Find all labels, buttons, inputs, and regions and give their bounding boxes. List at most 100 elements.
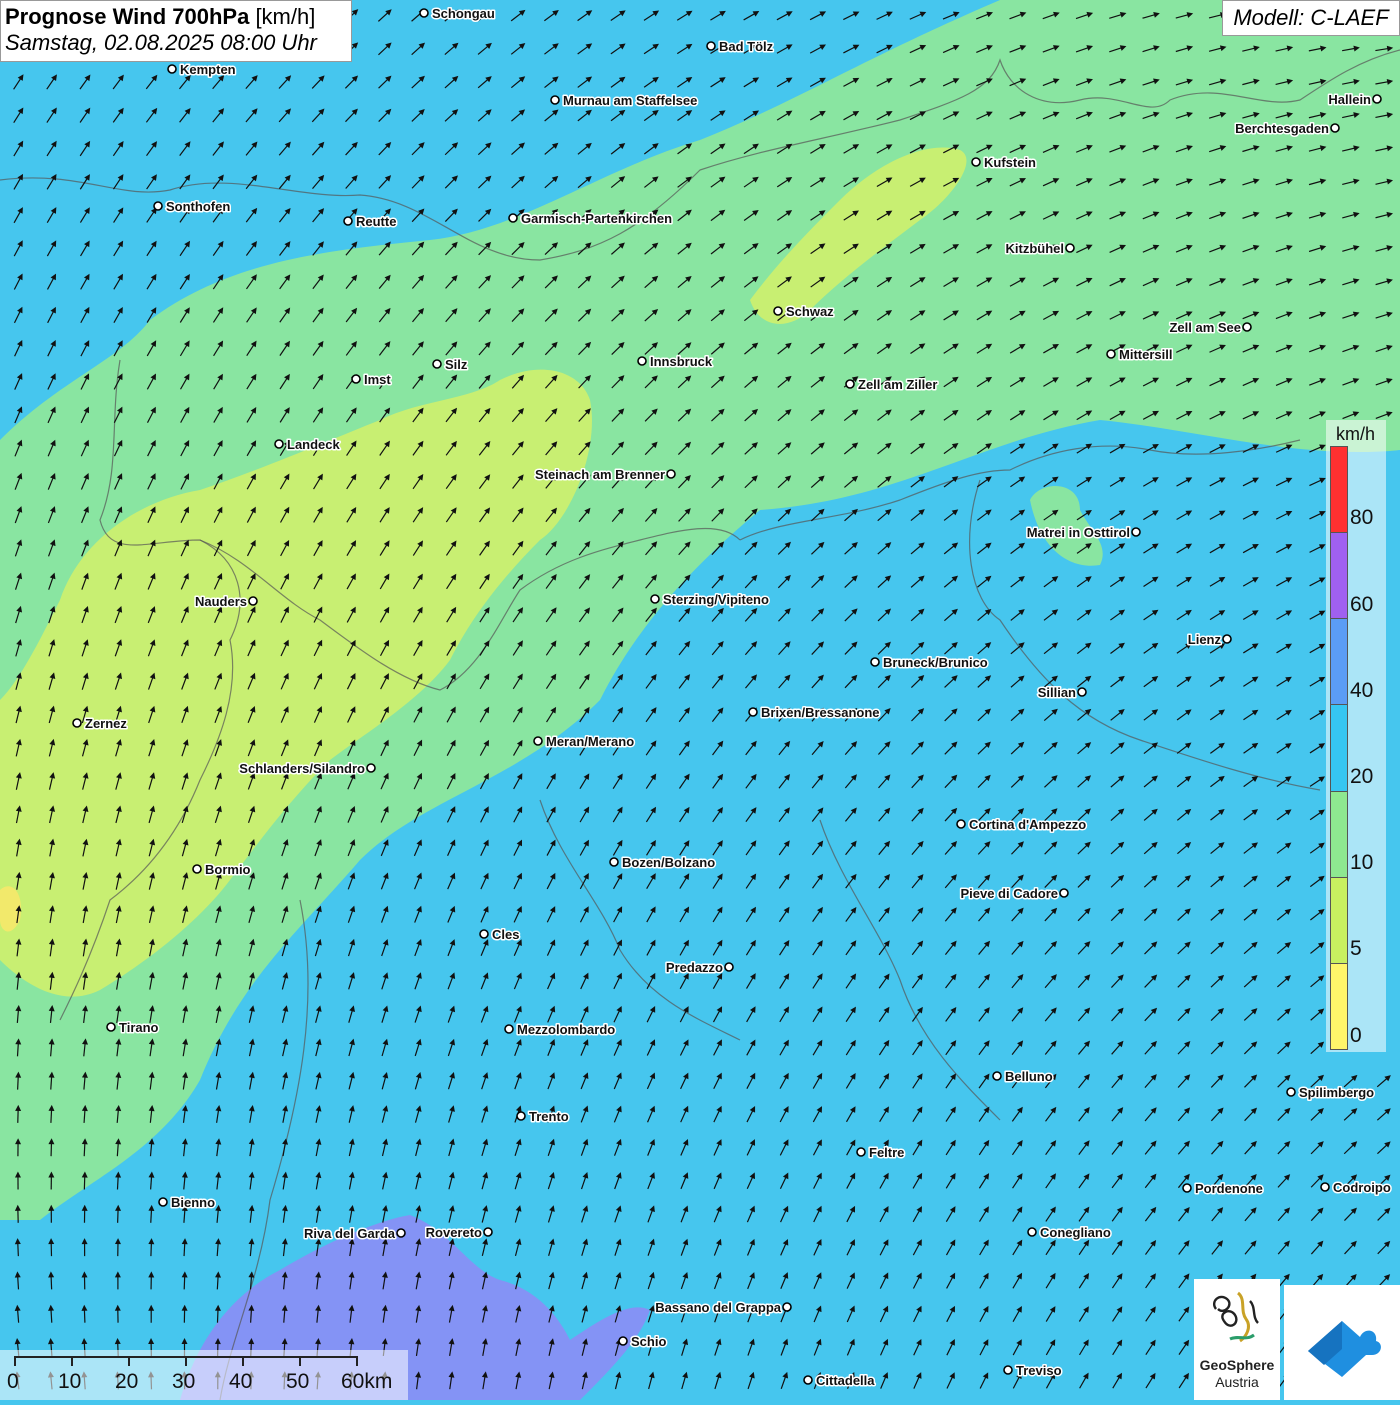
- city-label: Meran/Merano: [546, 734, 634, 749]
- city-marker-icon: [509, 214, 517, 222]
- map-title-box: Prognose Wind 700hPa [km/h] Samstag, 02.…: [0, 0, 352, 62]
- city-label: Predazzo: [666, 960, 723, 975]
- geosphere-logo[interactable]: GeoSphereAustria: [1194, 1279, 1280, 1400]
- city-label: Cles: [492, 927, 519, 942]
- city-label: Kufstein: [984, 155, 1036, 170]
- city-marker-icon: [993, 1072, 1001, 1080]
- city-steinach-am-brenner[interactable]: Steinach am BrennerSteinach am Brenner: [535, 467, 675, 482]
- city-label: Steinach am Brenner: [535, 467, 665, 482]
- city-marker-icon: [1107, 350, 1115, 358]
- city-label: Garmisch-Partenkirchen: [521, 211, 672, 226]
- city-spilimbergo[interactable]: SpilimbergoSpilimbergo: [1287, 1085, 1374, 1100]
- city-schlanders-silandro[interactable]: Schlanders/SilandroSchlanders/Silandro: [239, 761, 375, 776]
- city-marker-icon: [749, 708, 757, 716]
- city-label: Riva del Garda: [304, 1226, 396, 1241]
- city-label: Reutte: [356, 214, 396, 229]
- city-marker-icon: [1078, 688, 1086, 696]
- city-marker-icon: [651, 595, 659, 603]
- city-marker-icon: [517, 1112, 525, 1120]
- city-cortina-d-ampezzo[interactable]: Cortina d'AmpezzoCortina d'Ampezzo: [957, 817, 1086, 832]
- city-label: Mittersill: [1119, 347, 1172, 362]
- scale-label-0: 0: [7, 1370, 19, 1394]
- scale-tick: [299, 1356, 301, 1366]
- city-label: Schio: [631, 1334, 666, 1349]
- city-schongau[interactable]: SchongauSchongau: [420, 6, 495, 21]
- city-marker-icon: [73, 719, 81, 727]
- city-label: Tirano: [119, 1020, 159, 1035]
- city-marker-icon: [1287, 1088, 1295, 1096]
- scale-tick: [128, 1356, 130, 1366]
- geosphere-mark-icon: [1194, 1279, 1280, 1355]
- city-label: Cittadella: [816, 1373, 875, 1388]
- city-label: Innsbruck: [650, 354, 713, 369]
- city-bozen-bolzano[interactable]: Bozen/BolzanoBozen/Bolzano: [610, 855, 715, 870]
- city-bassano-del-grappa[interactable]: Bassano del GrappaBassano del Grappa: [655, 1300, 791, 1315]
- city-label: Lienz: [1188, 632, 1222, 647]
- city-zell-am-ziller[interactable]: Zell am ZillerZell am Ziller: [846, 377, 937, 392]
- city-label: Feltre: [869, 1145, 904, 1160]
- city-pieve-di-cadore[interactable]: Pieve di CadorePieve di Cadore: [960, 886, 1068, 901]
- city-innsbruck[interactable]: InnsbruckInnsbruck: [638, 354, 713, 369]
- city-marker-icon: [480, 930, 488, 938]
- city-sterzing-vipiteno[interactable]: Sterzing/VipitenoSterzing/Vipiteno: [651, 592, 769, 607]
- city-mezzolombardo[interactable]: MezzolombardoMezzolombardo: [505, 1022, 615, 1037]
- city-meran-merano[interactable]: Meran/MeranoMeran/Merano: [534, 734, 634, 749]
- legend-label-0: 0: [1350, 1024, 1362, 1048]
- model-label: Modell: C-LAEF: [1222, 0, 1400, 36]
- city-marker-icon: [783, 1303, 791, 1311]
- legend-label-10: 10: [1350, 851, 1373, 875]
- city-marker-icon: [725, 963, 733, 971]
- city-bruneck-brunico[interactable]: Bruneck/BrunicoBruneck/Brunico: [871, 655, 988, 670]
- city-zell-am-see[interactable]: Zell am SeeZell am See: [1169, 320, 1251, 335]
- weather-app-logo[interactable]: [1284, 1285, 1400, 1400]
- city-conegliano[interactable]: ConeglianoConegliano: [1028, 1225, 1111, 1240]
- city-kitzbuhel[interactable]: KitzbühelKitzbühel: [1006, 241, 1075, 256]
- city-marker-icon: [707, 42, 715, 50]
- city-marker-icon: [1066, 244, 1074, 252]
- city-label: Spilimbergo: [1299, 1085, 1374, 1100]
- geosphere-wordmark: GeoSphereAustria: [1194, 1357, 1280, 1391]
- city-marker-icon: [1060, 889, 1068, 897]
- city-marker-icon: [159, 1198, 167, 1206]
- city-label: Schlanders/Silandro: [239, 761, 365, 776]
- map-title-main: Prognose Wind 700hPa: [5, 4, 249, 29]
- city-label: Imst: [364, 372, 391, 387]
- city-marker-icon: [871, 658, 879, 666]
- city-marker-icon: [433, 360, 441, 368]
- legend-swatch-10-20: [1331, 792, 1347, 878]
- legend-label-40: 40: [1350, 679, 1373, 703]
- wind-forecast-map: SchongauSchongauBad TölzBad TölzKemptenK…: [0, 0, 1400, 1400]
- city-garmisch-partenkirchen[interactable]: Garmisch-PartenkirchenGarmisch-Partenkir…: [509, 211, 672, 226]
- city-riva-del-garda[interactable]: Riva del GardaRiva del Garda: [304, 1226, 405, 1241]
- city-predazzo[interactable]: PredazzoPredazzo: [666, 960, 733, 975]
- city-brixen-bressanone[interactable]: Brixen/BressanoneBrixen/Bressanone: [749, 705, 880, 720]
- city-label: Berchtesgaden: [1235, 121, 1329, 136]
- city-label: Murnau am Staffelsee: [563, 93, 697, 108]
- city-marker-icon: [1321, 1183, 1329, 1191]
- city-marker-icon: [534, 737, 542, 745]
- city-label: Sterzing/Vipiteno: [663, 592, 769, 607]
- legend-label-5: 5: [1350, 937, 1362, 961]
- scale-tick: [185, 1356, 187, 1366]
- city-marker-icon: [1183, 1184, 1191, 1192]
- city-label: Mezzolombardo: [517, 1022, 615, 1037]
- city-label: Hallein: [1328, 92, 1371, 107]
- map-title: Prognose Wind 700hPa [km/h]: [5, 4, 347, 30]
- city-sonthofen[interactable]: SonthofenSonthofen: [154, 199, 230, 214]
- city-marker-icon: [667, 470, 675, 478]
- legend-label-60: 60: [1350, 593, 1373, 617]
- city-murnau-am-staffelsee[interactable]: Murnau am StaffelseeMurnau am Staffelsee: [551, 93, 697, 108]
- city-marker-icon: [774, 307, 782, 315]
- legend-swatch-20-40: [1331, 705, 1347, 791]
- city-label: Bozen/Bolzano: [622, 855, 715, 870]
- city-marker-icon: [505, 1025, 513, 1033]
- city-label: Rovereto: [426, 1225, 482, 1240]
- scale-label-30: 30: [172, 1370, 195, 1394]
- city-label: Sillian: [1038, 685, 1076, 700]
- city-marker-icon: [249, 597, 257, 605]
- city-pordenone[interactable]: PordenonePordenone: [1183, 1181, 1263, 1196]
- city-berchtesgaden[interactable]: BerchtesgadenBerchtesgaden: [1235, 121, 1339, 136]
- city-matrei-in-osttirol[interactable]: Matrei in OsttirolMatrei in Osttirol: [1027, 525, 1140, 540]
- city-marker-icon: [420, 9, 428, 17]
- color-legend: km/h 80 60 40 20 10 5 0: [1326, 420, 1386, 1052]
